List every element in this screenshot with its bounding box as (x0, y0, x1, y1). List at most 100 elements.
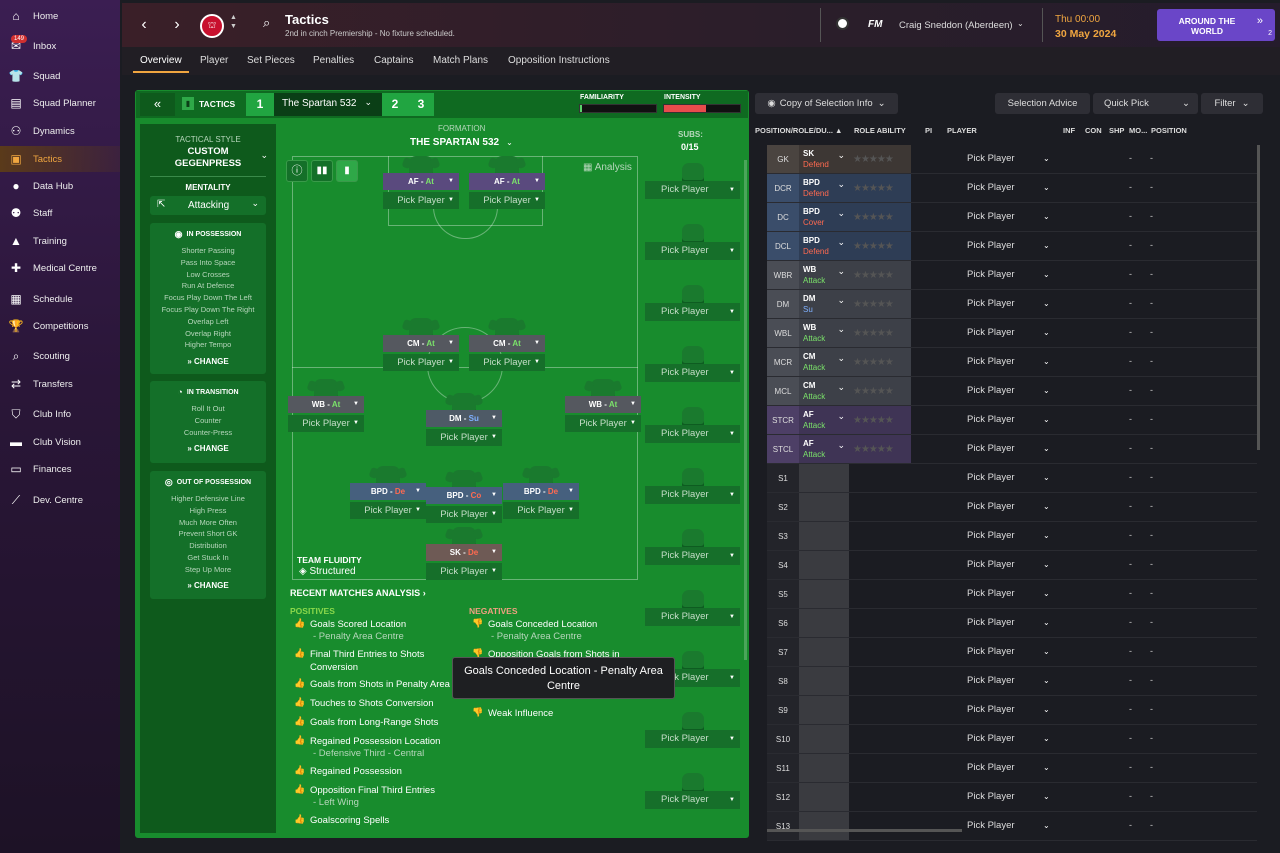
pick-player-select[interactable]: Pick Player (967, 762, 1015, 773)
sub-slot[interactable]: Pick Player ▼ (645, 407, 740, 463)
quick-pick-button[interactable]: Quick Pick ⌄ (1093, 93, 1198, 114)
pick-player-select[interactable]: Pick Player ▼ (645, 242, 740, 260)
tactic-name-select[interactable]: The Spartan 532 ⌄ (274, 93, 382, 116)
pick-player-select[interactable]: Pick Player ▼ (645, 730, 740, 748)
col-position-rating[interactable]: POSITION (1151, 126, 1187, 135)
pick-player-select[interactable]: Pick Player ▼ (426, 506, 502, 523)
sidebar-item-staff[interactable]: ⚉ Staff (0, 200, 120, 226)
pick-player-select[interactable]: Pick Player (967, 414, 1015, 425)
slot-role[interactable]: CM - At ▼ (469, 335, 545, 352)
pick-player-select[interactable]: Pick Player (967, 327, 1015, 338)
chevron-down-icon[interactable]: ⌄ (1043, 821, 1050, 830)
back-button[interactable]: ‹ (132, 13, 156, 37)
chevron-down-icon[interactable]: ⌄ (1043, 676, 1050, 685)
formation-slot-af[interactable]: AF - At ▼ Pick Player ▼ (383, 156, 459, 212)
chevron-down-icon[interactable]: ⌄ (1043, 531, 1050, 540)
filter-button[interactable]: Filter ⌄ (1201, 93, 1263, 114)
table-row[interactable]: DCL BPD Defend ⌄ ★★★★★ Pick Player ⌄ - - (767, 232, 1257, 261)
table-row[interactable]: S3 Pick Player ⌄ - - (767, 522, 1257, 551)
formation-slot-bpd[interactable]: BPD - De ▼ Pick Player ▼ (350, 466, 426, 522)
table-row[interactable]: S8 Pick Player ⌄ - - (767, 667, 1257, 696)
row-role[interactable]: WB Attack ⌄ (799, 261, 849, 289)
sidebar-item-training[interactable]: ▲ Training (0, 228, 120, 254)
sidebar-item-club-info[interactable]: ⛉ Club Info (0, 401, 120, 427)
pick-player-select[interactable]: Pick Player (967, 588, 1015, 599)
tactic-slot-2[interactable]: 2 (382, 93, 408, 116)
chevron-down-icon[interactable]: ⌄ (1043, 444, 1050, 453)
chevron-down-icon[interactable]: ⌄ (1043, 415, 1050, 424)
pick-player-select[interactable]: Pick Player (967, 501, 1015, 512)
fm-logo[interactable]: FM (868, 19, 882, 30)
slot-role[interactable]: BPD - Co ▼ (426, 487, 502, 504)
pick-player-select[interactable]: Pick Player (967, 298, 1015, 309)
col-con[interactable]: CON (1085, 126, 1102, 135)
pick-player-select[interactable]: Pick Player (967, 733, 1015, 744)
copy-selection-info-button[interactable]: ◉ Copy of Selection Info ⌄ (755, 93, 898, 114)
collapse-button[interactable]: « (140, 93, 175, 116)
sub-slot[interactable]: Pick Player ▼ (645, 590, 740, 646)
tab-player[interactable]: Player (200, 55, 228, 66)
chevron-down-icon[interactable]: ⌄ (1043, 212, 1050, 221)
club-switch-icon[interactable]: ▲ ▼ (230, 13, 237, 31)
out-of-possession-box[interactable]: ◎ OUT OF POSSESSION Higher Defensive Line… (150, 471, 266, 599)
pick-player-select[interactable]: Pick Player ▼ (288, 415, 364, 432)
table-row[interactable]: WBR WB Attack ⌄ ★★★★★ Pick Player ⌄ - - (767, 261, 1257, 290)
mentality-select[interactable]: ⇱ Attacking ⌄ (150, 196, 266, 215)
chevron-down-icon[interactable]: ⌄ (1043, 241, 1050, 250)
table-row[interactable]: STCR AF Attack ⌄ ★★★★★ Pick Player ⌄ - - (767, 406, 1257, 435)
positive-item[interactable]: 👍 Goals from Long-Range Shots (294, 716, 454, 729)
pick-player-select[interactable]: Pick Player (967, 530, 1015, 541)
analysis-button[interactable]: ▦ Analysis (583, 162, 632, 180)
tactic-slot-1[interactable]: 1 (246, 93, 274, 116)
pick-player-select[interactable]: Pick Player ▼ (645, 303, 740, 321)
table-row[interactable]: GK SK Defend ⌄ ★★★★★ Pick Player ⌄ - - (767, 145, 1257, 174)
row-role[interactable]: BPD Defend ⌄ (799, 232, 849, 260)
sidebar-item-dynamics[interactable]: ⚇ Dynamics (0, 118, 120, 144)
selection-advice-button[interactable]: Selection Advice (995, 93, 1090, 114)
sub-slot[interactable]: Pick Player ▼ (645, 346, 740, 402)
table-row[interactable]: S10 Pick Player ⌄ - - (767, 725, 1257, 754)
formation-select[interactable]: THE SPARTAN 532 ⌄ (410, 136, 525, 150)
pick-player-select[interactable]: Pick Player ▼ (469, 354, 545, 371)
in-transition-box[interactable]: ◔ IN TRANSITION Roll It Out Counter Counter… (150, 381, 266, 463)
tab-opposition-instructions[interactable]: Opposition Instructions (508, 55, 610, 66)
row-role[interactable]: AF Attack ⌄ (799, 406, 849, 434)
sidebar-item-transfers[interactable]: ⇄ Transfers (0, 371, 120, 397)
table-row[interactable]: WBL WB Attack ⌄ ★★★★★ Pick Player ⌄ - - (767, 319, 1257, 348)
slot-role[interactable]: WB - At ▼ (288, 396, 364, 413)
pick-player-select[interactable]: Pick Player (967, 356, 1015, 367)
pick-player-select[interactable]: Pick Player ▼ (426, 563, 502, 580)
table-h-scrollbar[interactable] (767, 829, 962, 832)
sidebar-item-data-hub[interactable]: ● Data Hub (0, 173, 120, 199)
table-row[interactable]: S7 Pick Player ⌄ - - (767, 638, 1257, 667)
familiarity-bar[interactable] (579, 104, 657, 113)
pick-player-select[interactable]: Pick Player ▼ (383, 354, 459, 371)
sub-slot[interactable]: Pick Player ▼ (645, 285, 740, 341)
pick-player-select[interactable]: Pick Player (967, 385, 1015, 396)
row-role[interactable]: DM Su ⌄ (799, 290, 849, 318)
formation-slot-wb[interactable]: WB - At ▼ Pick Player ▼ (288, 379, 364, 435)
chevron-down-icon[interactable]: ⌄ (1043, 618, 1050, 627)
forward-button[interactable]: › (165, 13, 189, 37)
pick-player-select[interactable]: Pick Player (967, 153, 1015, 164)
sidebar-item-finances[interactable]: ▭ Finances (0, 456, 120, 482)
pick-player-select[interactable]: Pick Player ▼ (469, 192, 545, 209)
chevron-down-icon[interactable]: ⌄ (1043, 705, 1050, 714)
col-pi[interactable]: PI (925, 126, 932, 135)
row-role[interactable]: BPD Defend ⌄ (799, 174, 849, 202)
sidebar-item-inbox[interactable]: ✉ 149 Inbox (0, 33, 120, 59)
chevron-down-icon[interactable]: ⌄ (1043, 647, 1050, 656)
sidebar-item-schedule[interactable]: ▦ Schedule (0, 286, 120, 312)
pick-player-select[interactable]: Pick Player (967, 646, 1015, 657)
sidebar-item-squad[interactable]: 👕 Squad (0, 63, 120, 89)
sub-slot[interactable]: Pick Player ▼ (645, 224, 740, 280)
formation-slot-af[interactable]: AF - At ▼ Pick Player ▼ (469, 156, 545, 212)
continue-button[interactable]: AROUND THE WORLD » 2 (1157, 9, 1275, 41)
pick-player-select[interactable]: Pick Player ▼ (503, 502, 579, 519)
negative-item[interactable]: 👎 Goals Conceded Location - Penalty Area C… (472, 618, 632, 642)
pick-player-select[interactable]: Pick Player ▼ (383, 192, 459, 209)
chevron-down-icon[interactable]: ⌄ (1043, 154, 1050, 163)
chevron-down-icon[interactable]: ⌄ (1043, 734, 1050, 743)
pick-player-select[interactable]: Pick Player ▼ (645, 425, 740, 443)
tab-set-pieces[interactable]: Set Pieces (247, 55, 295, 66)
